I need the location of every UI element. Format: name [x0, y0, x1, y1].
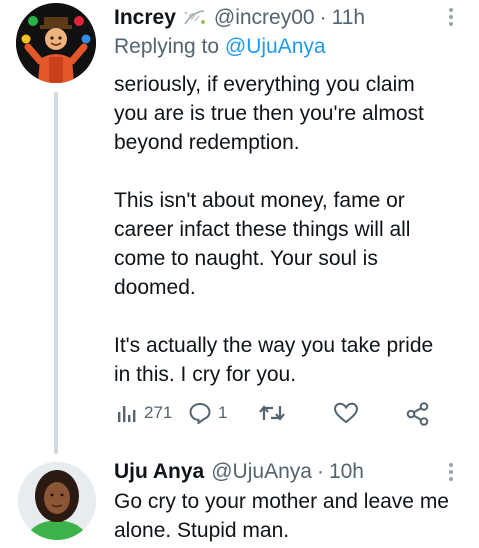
like-button[interactable] — [333, 402, 359, 424]
avatar[interactable] — [18, 462, 96, 540]
retweet-button[interactable] — [258, 402, 286, 424]
share-icon — [406, 402, 429, 426]
more-options-icon[interactable] — [445, 461, 457, 488]
views-count: 271 — [144, 403, 173, 422]
heart-icon — [333, 402, 359, 424]
timestamp[interactable]: 10h — [329, 460, 364, 484]
views-button[interactable]: 271 — [116, 402, 172, 424]
mention-link[interactable]: @UjuAnya — [225, 35, 326, 58]
juggler-avatar-icon — [16, 3, 96, 83]
separator-dot: · — [316, 460, 324, 483]
sparkle-leaf-icon — [182, 8, 208, 28]
tweet2-header: Uju Anya @UjuAnya · 10h — [114, 458, 364, 486]
profile-photo-icon — [18, 462, 96, 540]
reply-icon — [189, 402, 211, 424]
reply-button[interactable]: 1 — [188, 402, 227, 424]
author-handle[interactable]: @increy00 — [214, 6, 315, 30]
timestamp[interactable]: 11h — [332, 6, 365, 30]
share-button[interactable] — [405, 401, 431, 427]
author-handle[interactable]: @UjuAnya — [211, 460, 312, 484]
tweet1-header: Increy @increy00 · 11h — [114, 4, 365, 32]
author-name[interactable]: Increy — [114, 6, 176, 30]
avatar[interactable] — [16, 3, 96, 83]
analytics-icon — [118, 406, 136, 422]
retweet-icon — [259, 405, 285, 421]
tweet-text: seriously, if everything you claim you a… — [114, 73, 434, 386]
tweet-text: Go cry to your mother and leave me alone… — [114, 490, 449, 542]
separator-dot: · — [319, 6, 327, 29]
replying-label: Replying to — [114, 35, 220, 58]
more-options-icon[interactable] — [445, 6, 457, 33]
thread-line — [54, 92, 58, 454]
author-name[interactable]: Uju Anya — [114, 460, 204, 484]
reply-count: 1 — [218, 403, 228, 422]
replying-to: Replying to @UjuAnya — [114, 35, 326, 59]
